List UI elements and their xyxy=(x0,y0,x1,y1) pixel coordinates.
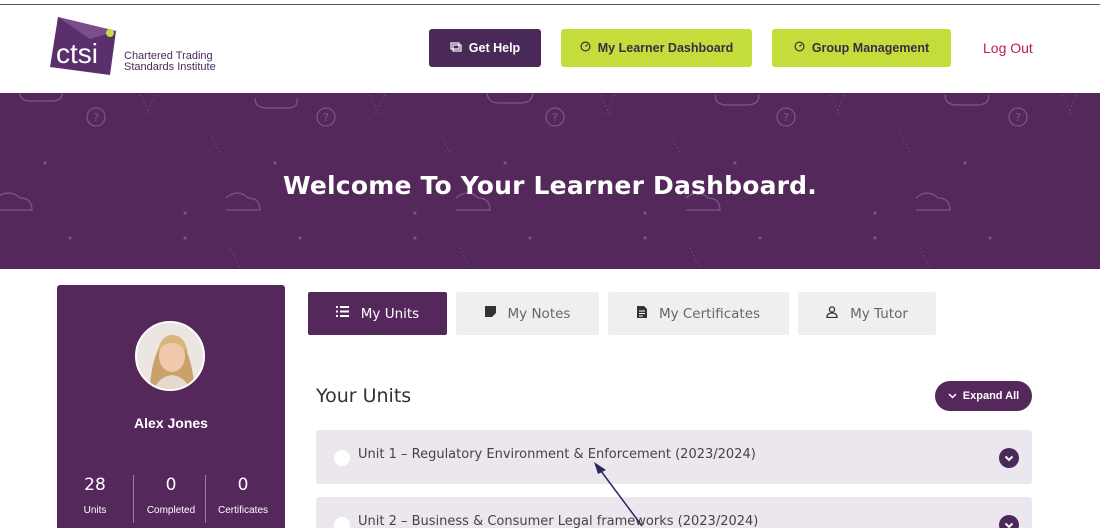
profile-name: Alex Jones xyxy=(134,415,208,431)
stat-label: Certificates xyxy=(217,505,268,516)
note-icon xyxy=(484,306,496,321)
svg-text:?: ? xyxy=(93,111,99,124)
tab-my-tutor[interactable]: My Tutor xyxy=(798,292,936,335)
stat-value: 0 xyxy=(237,475,249,495)
learner-dashboard-label: My Learner Dashboard xyxy=(597,41,734,55)
ctsi-logo-mark: ctsi xyxy=(50,17,116,75)
stat-label: Units xyxy=(83,505,107,516)
avatar xyxy=(135,321,205,391)
unit-title: Unit 1 – Regulatory Environment & Enforc… xyxy=(358,447,756,462)
chevron-down-icon[interactable] xyxy=(999,515,1019,528)
ctsi-logo[interactable]: ctsi Chartered Trading Standards Institu… xyxy=(50,13,250,83)
stat-certificates: 0 Certificates xyxy=(205,475,281,516)
unit-status-radio[interactable] xyxy=(334,450,350,466)
profile-card: Alex Jones 28 Units 0 Completed 0 Certif… xyxy=(57,285,285,528)
page-title: Welcome To Your Learner Dashboard. xyxy=(283,171,817,200)
tab-label: My Certificates xyxy=(658,305,761,322)
avatar-photo xyxy=(137,323,203,389)
stat-value: 0 xyxy=(165,475,177,495)
user-icon xyxy=(826,305,838,322)
dashboard-gauge-icon xyxy=(580,41,591,55)
document-icon xyxy=(636,305,647,322)
unit-accordion-item[interactable]: Unit 2 – Business & Consumer Legal frame… xyxy=(316,497,1032,528)
tab-my-certificates[interactable]: My Certificates xyxy=(608,292,789,335)
get-help-label: Get Help xyxy=(468,41,521,55)
tab-label: My Units xyxy=(360,305,420,322)
stat-label: Completed xyxy=(146,505,196,516)
expand-all-button[interactable]: Expand All xyxy=(935,381,1032,411)
chevron-down-icon xyxy=(948,390,957,402)
svg-text:ctsi: ctsi xyxy=(56,38,98,69)
site-header: ctsi Chartered Trading Standards Institu… xyxy=(0,5,1100,93)
logo-wordmark: Chartered Trading Standards Institute xyxy=(124,51,216,73)
tab-label: My Notes xyxy=(507,305,571,322)
logout-link[interactable]: Log Out xyxy=(983,40,1033,56)
svg-text:?: ? xyxy=(1015,111,1021,124)
pointer-arrow xyxy=(594,462,643,527)
group-management-label: Group Management xyxy=(811,41,930,55)
group-management-button[interactable]: Group Management xyxy=(772,29,951,67)
learner-dashboard-button[interactable]: My Learner Dashboard xyxy=(561,29,752,67)
logo-line-2: Standards Institute xyxy=(124,61,216,73)
svg-text:?: ? xyxy=(783,111,789,124)
dashboard-gauge-icon xyxy=(794,41,805,55)
svg-text:?: ? xyxy=(323,111,329,124)
stat-completed: 0 Completed xyxy=(133,475,209,516)
list-icon xyxy=(335,306,349,321)
tab-label: My Tutor xyxy=(850,305,908,322)
hero-banner: ? ? ? ? ? Welcome To Your Learner Dashbo… xyxy=(0,93,1100,269)
get-help-button[interactable]: Get Help xyxy=(429,29,541,67)
unit-accordion-item[interactable]: Unit 1 – Regulatory Environment & Enforc… xyxy=(316,430,1032,484)
chevron-down-icon[interactable] xyxy=(999,448,1019,468)
stat-value: 28 xyxy=(84,475,106,495)
chat-icon xyxy=(450,41,462,56)
unit-status-radio[interactable] xyxy=(334,517,350,528)
svg-text:?: ? xyxy=(552,111,558,124)
expand-all-label: Expand All xyxy=(962,390,1020,402)
unit-title: Unit 2 – Business & Consumer Legal frame… xyxy=(358,514,759,528)
units-section-title: Your Units xyxy=(316,385,412,407)
stat-units: 28 Units xyxy=(57,475,133,516)
tab-my-notes[interactable]: My Notes xyxy=(456,292,599,335)
tab-my-units[interactable]: My Units xyxy=(308,292,447,335)
